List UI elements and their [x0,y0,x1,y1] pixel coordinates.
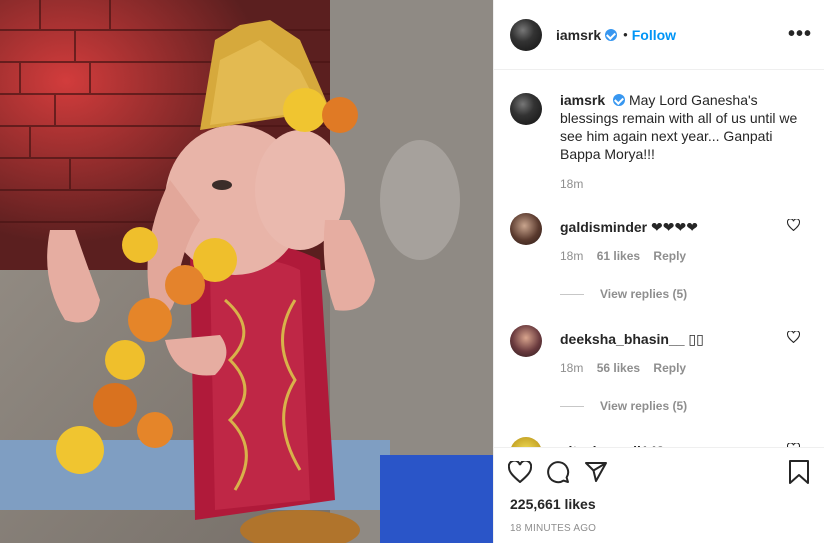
comment-likes[interactable]: 61 likes [597,249,640,263]
reply-button[interactable]: Reply [653,361,686,375]
comment-avatar[interactable] [510,437,542,447]
comments-scroll-area[interactable]: iamsrk May Lord Ganesha's blessings rema… [494,71,824,447]
follow-button[interactable]: Follow [632,27,676,43]
comment-item: galdisminder ❤❤❤❤ 18m 61 likes Reply [494,213,824,265]
post-header: iamsrk • Follow ••• [494,0,824,70]
reply-button[interactable]: Reply [653,249,686,263]
view-replies[interactable]: View replies (5) [560,287,824,301]
caption: iamsrk May Lord Ganesha's blessings rema… [494,71,824,163]
caption-time[interactable]: 18m [560,177,824,191]
view-replies-label[interactable]: View replies (5) [600,399,687,413]
comment-time[interactable]: 18m [560,361,583,375]
caption-username[interactable]: iamsrk [560,92,605,108]
comment-item: nitesh_gavli143 ▯▯▯▯▯▯▯ [494,437,824,447]
post-age[interactable]: 18 MINUTES AGO [494,523,824,534]
comment-item: deeksha_bhasin__ ▯▯ 18m 56 likes Reply [494,325,824,377]
replies-line [560,293,584,295]
verified-badge-icon [605,28,618,41]
comment-avatar[interactable] [510,325,542,357]
replies-line [560,405,584,407]
comment-time[interactable]: 18m [560,249,583,263]
comment-meta: 18m 61 likes Reply [560,247,698,265]
comment-meta: 18m 56 likes Reply [560,359,704,377]
likes-count[interactable]: 225,661 likes [494,496,824,512]
comment-text: ▯▯ [688,331,704,347]
comment-like-icon[interactable] [787,219,800,231]
comment-text: ❤❤❤❤ [651,219,698,235]
post-sidebar: iamsrk • Follow ••• iamsrk May Lord Gane… [493,0,824,543]
caption-avatar[interactable] [510,93,542,125]
comment-username[interactable]: deeksha_bhasin__ [560,331,685,347]
verified-badge-icon [613,94,626,106]
share-icon[interactable] [584,460,608,484]
comment-icon[interactable] [546,460,570,484]
comment-likes[interactable]: 56 likes [597,361,640,375]
bookmark-icon[interactable] [788,460,810,484]
author-username[interactable]: iamsrk [556,27,601,43]
ganesha-photo [0,0,493,543]
separator-dot: • [623,27,628,42]
view-replies-label[interactable]: View replies (5) [600,287,687,301]
action-icons [494,448,824,496]
post-image[interactable] [0,0,493,543]
view-replies[interactable]: View replies (5) [560,399,824,413]
post-actions: 225,661 likes 18 MINUTES AGO [494,447,824,543]
avatar[interactable] [510,18,542,51]
comment-like-icon[interactable] [787,331,800,343]
post-modal: iamsrk • Follow ••• iamsrk May Lord Gane… [0,0,824,543]
heart-icon[interactable] [508,461,532,483]
comment-avatar[interactable] [510,213,542,245]
more-options-icon[interactable]: ••• [788,24,812,44]
comment-username[interactable]: galdisminder [560,219,647,235]
